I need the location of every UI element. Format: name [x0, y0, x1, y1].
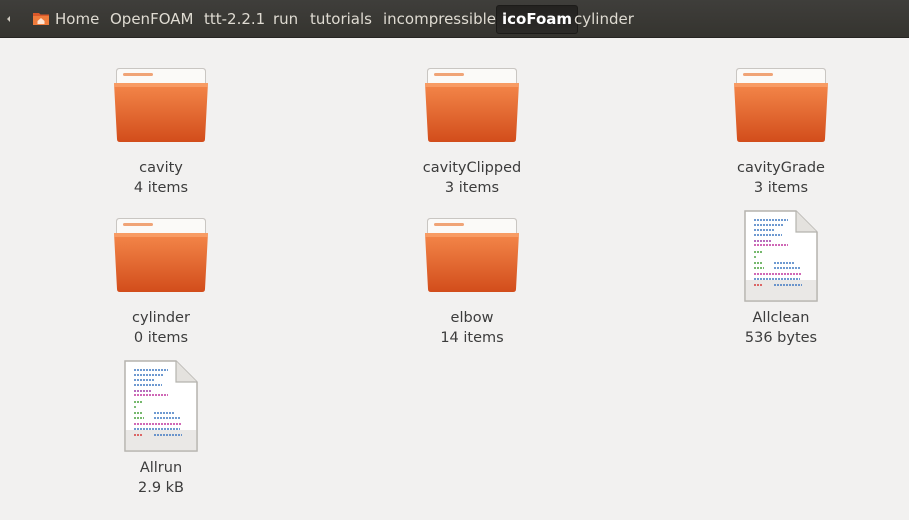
- chevron-left-icon[interactable]: [3, 12, 13, 26]
- file-item-allclean[interactable]: Allclean 536 bytes: [701, 210, 861, 358]
- breadcrumb-cylinder[interactable]: cylinder: [574, 5, 634, 34]
- path-bar: Home OpenFOAM ttt-2.2.1 run tutorials in…: [0, 0, 909, 38]
- folder-item-cavity[interactable]: cavity 4 items: [81, 68, 241, 208]
- item-count: 3 items: [753, 180, 809, 196]
- folder-item-cavitygrade[interactable]: cavityGrade 3 items: [701, 68, 861, 208]
- folder-icon: [425, 218, 519, 292]
- folder-item-cylinder[interactable]: cylinder 0 items: [81, 218, 241, 358]
- folder-item-elbow[interactable]: elbow 14 items: [392, 218, 552, 358]
- item-name: cavityClipped: [422, 160, 522, 176]
- file-item-allrun[interactable]: Allrun 2.9 kB: [81, 360, 241, 508]
- breadcrumb-run[interactable]: run: [273, 5, 298, 34]
- breadcrumb-incompressible[interactable]: incompressible: [383, 5, 496, 34]
- folder-icon: [114, 218, 208, 292]
- breadcrumb-openfoam[interactable]: OpenFOAM: [110, 5, 193, 34]
- folder-icon: [734, 68, 828, 142]
- breadcrumb-home[interactable]: Home: [55, 5, 99, 34]
- item-size: 2.9 kB: [137, 480, 184, 496]
- folder-icon: [425, 68, 519, 142]
- item-name: elbow: [450, 310, 494, 326]
- text-file-icon: [744, 210, 818, 302]
- home-folder-icon: [33, 13, 49, 25]
- item-name: cavity: [139, 160, 183, 176]
- item-name: Allrun: [139, 460, 183, 476]
- item-name: cylinder: [132, 310, 190, 326]
- breadcrumb-ttt[interactable]: ttt-2.2.1: [204, 5, 265, 34]
- breadcrumb-icofoam-current[interactable]: icoFoam: [496, 5, 579, 34]
- item-name: cavityGrade: [737, 160, 825, 176]
- folder-icon: [114, 68, 208, 142]
- breadcrumb-tutorials[interactable]: tutorials: [310, 5, 372, 34]
- item-count: 14 items: [440, 330, 504, 346]
- item-name: Allclean: [752, 310, 810, 326]
- item-size: 536 bytes: [744, 330, 818, 346]
- text-file-icon: [124, 360, 198, 452]
- item-count: 4 items: [133, 180, 189, 196]
- folder-item-cavityclipped[interactable]: cavityClipped 3 items: [392, 68, 552, 208]
- item-count: 0 items: [133, 330, 189, 346]
- item-count: 3 items: [444, 180, 500, 196]
